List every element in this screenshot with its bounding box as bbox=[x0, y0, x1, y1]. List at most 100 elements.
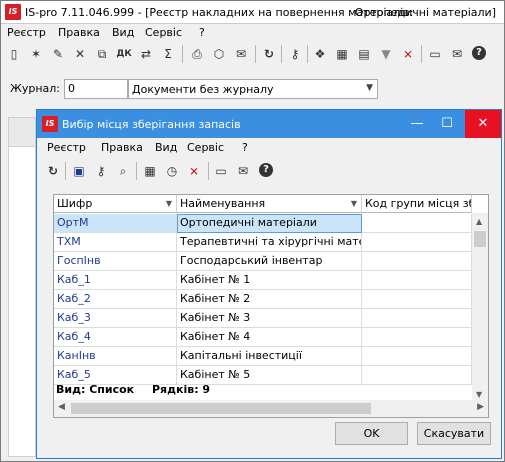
key-icon[interactable]: ⚷ bbox=[287, 46, 303, 62]
close-icon[interactable]: ✕ bbox=[465, 110, 501, 138]
filter-icon[interactable]: ▼ bbox=[378, 46, 394, 62]
cancel-button[interactable]: Скасувати bbox=[417, 422, 491, 445]
journal-number-field[interactable]: 0 bbox=[64, 79, 128, 99]
table-row[interactable]: ОртМ Ортопедичні матеріали bbox=[54, 214, 472, 233]
cell-group-code bbox=[362, 214, 472, 233]
post-document-icon[interactable]: ДК bbox=[116, 46, 132, 62]
maximize-icon[interactable]: ☐ bbox=[433, 110, 461, 138]
message-icon[interactable]: ✉ bbox=[449, 46, 465, 62]
chevron-down-icon[interactable]: ▼ bbox=[476, 390, 482, 399]
find-icon[interactable]: ⌕ bbox=[115, 163, 131, 179]
cell-code: Каб_4 bbox=[54, 328, 177, 347]
dialog-menu-reestr[interactable]: Реєстр bbox=[47, 141, 86, 154]
unpost-icon[interactable]: ⇄ bbox=[138, 46, 154, 62]
cell-group-code bbox=[362, 366, 472, 385]
horizontal-scrollbar[interactable]: ◀ ▶ bbox=[54, 400, 488, 417]
cell-name: Кабінет № 4 bbox=[177, 328, 362, 347]
key-icon[interactable]: ⚷ bbox=[93, 163, 109, 179]
create-icon[interactable]: ✶ bbox=[28, 46, 44, 62]
delete-icon[interactable]: ✕ bbox=[72, 46, 88, 62]
menu-vyd[interactable]: Вид bbox=[112, 26, 134, 39]
save-icon[interactable]: ▣ bbox=[71, 163, 87, 179]
sum-icon[interactable]: Σ bbox=[160, 46, 176, 62]
print-icon[interactable]: ⎙ bbox=[189, 46, 205, 62]
dialog-menu-pravka[interactable]: Правка bbox=[101, 141, 143, 154]
chevron-right-icon[interactable]: ▶ bbox=[477, 402, 484, 412]
cell-name: Кабінет № 1 bbox=[177, 271, 362, 290]
cell-code: КанІнв bbox=[54, 347, 177, 366]
cell-code: Каб_3 bbox=[54, 309, 177, 328]
copy-icon[interactable]: ⧉ bbox=[94, 46, 110, 62]
grid-icon[interactable]: ▤ bbox=[356, 46, 372, 62]
menu-pravka[interactable]: Правка bbox=[58, 26, 100, 39]
history-icon[interactable]: ◷ bbox=[164, 163, 180, 179]
dialog-title-bar: IS Вибір місця зберігання запасів — ☐ ✕ bbox=[37, 110, 501, 138]
dialog-menu-vyd[interactable]: Вид bbox=[155, 141, 177, 154]
minimize-icon[interactable]: — bbox=[403, 110, 431, 138]
cell-group-code bbox=[362, 328, 472, 347]
table-row[interactable]: Каб_4 Кабінет № 4 bbox=[54, 328, 472, 347]
scrollbar-thumb[interactable] bbox=[71, 403, 371, 414]
mail-icon[interactable]: ✉ bbox=[235, 163, 251, 179]
chevron-left-icon[interactable]: ◀ bbox=[58, 402, 65, 412]
menu-reestr[interactable]: Реєстр bbox=[7, 26, 46, 39]
form-icon[interactable]: ▭ bbox=[427, 46, 443, 62]
cell-code: ТХМ bbox=[54, 233, 177, 252]
dialog-menu-servis[interactable]: Сервіс bbox=[187, 141, 224, 154]
main-toolbar: ▯ ✶ ✎ ✕ ⧉ ДК ⇄ Σ ⎙ ⬡ ✉ ↻ ⚷ ❖ ▦ ▤ ▼ ⨯ ▭ ✉… bbox=[1, 42, 504, 66]
cell-group-code bbox=[362, 347, 472, 366]
storage-location-dialog: IS Вибір місця зберігання запасів — ☐ ✕ … bbox=[36, 109, 502, 459]
cell-name: Кабінет № 3 bbox=[177, 309, 362, 328]
refresh-icon[interactable]: ↻ bbox=[45, 163, 61, 179]
help-icon[interactable]: ? bbox=[472, 46, 486, 60]
dialog-menubar: Реєстр Правка Вид Сервіс ? bbox=[37, 139, 501, 157]
status-row-count: Рядків: 9 bbox=[151, 383, 211, 396]
mail-icon[interactable]: ✉ bbox=[233, 46, 249, 62]
scrollbar-thumb[interactable] bbox=[474, 231, 486, 247]
journal-select[interactable]: Документи без журналу ▼ bbox=[128, 79, 378, 99]
calculator-icon[interactable]: ▦ bbox=[334, 46, 350, 62]
vertical-scrollbar[interactable]: ▲ ▼ bbox=[472, 213, 488, 401]
table-row[interactable]: Каб_1 Кабінет № 1 bbox=[54, 271, 472, 290]
table-row[interactable]: ГоспІнв Господарський інвентар bbox=[54, 252, 472, 271]
cell-name: Кабінет № 2 bbox=[177, 290, 362, 309]
table-row[interactable]: Каб_3 Кабінет № 3 bbox=[54, 309, 472, 328]
status-view: Вид: Список bbox=[56, 383, 135, 396]
status-bar: Вид: Список Рядків: 9 bbox=[56, 383, 210, 396]
refresh-icon[interactable]: ↻ bbox=[261, 46, 277, 62]
cell-group-code bbox=[362, 271, 472, 290]
dialog-menu-help[interactable]: ? bbox=[242, 141, 248, 154]
clear-filter-icon[interactable]: ⨯ bbox=[186, 163, 202, 179]
cell-group-code bbox=[362, 252, 472, 271]
sort-arrow-icon[interactable]: ▼ bbox=[351, 195, 357, 212]
edit-icon[interactable]: ✎ bbox=[50, 46, 66, 62]
column-header-name[interactable]: Найменування ▼ bbox=[177, 195, 362, 213]
column-header-code[interactable]: Шифр ▼ bbox=[54, 195, 177, 213]
column-header-name-label: Найменування bbox=[180, 197, 266, 210]
form-icon[interactable]: ▭ bbox=[213, 163, 229, 179]
new-document-icon[interactable]: ▯ bbox=[6, 46, 22, 62]
group-icon[interactable]: ❖ bbox=[312, 46, 328, 62]
cell-group-code bbox=[362, 233, 472, 252]
cell-code: Каб_2 bbox=[54, 290, 177, 309]
cell-code: Каб_1 bbox=[54, 271, 177, 290]
chevron-up-icon[interactable]: ▲ bbox=[476, 217, 482, 226]
calculator-icon[interactable]: ▦ bbox=[142, 163, 158, 179]
cell-code: ОртМ bbox=[54, 214, 177, 233]
dialog-logo-icon: IS bbox=[42, 116, 58, 132]
column-header-group-code[interactable]: Код групи місця зберіг bbox=[362, 195, 472, 213]
menu-servis[interactable]: Сервіс bbox=[145, 26, 182, 39]
dialog-title: Вибір місця зберігання запасів bbox=[62, 118, 241, 131]
sort-arrow-icon[interactable]: ▼ bbox=[166, 195, 172, 212]
ok-button[interactable]: OK bbox=[335, 422, 408, 445]
menu-help[interactable]: ? bbox=[199, 26, 205, 39]
table-row[interactable]: КанІнв Капітальні інвестиції bbox=[54, 347, 472, 366]
main-window-title-right: Ортопедичні матеріали] bbox=[354, 6, 496, 19]
chevron-down-icon[interactable]: ▼ bbox=[366, 83, 373, 93]
export-icon[interactable]: ⬡ bbox=[211, 46, 227, 62]
table-row[interactable]: ТХМ Терапевтичні та хірургічні матері... bbox=[54, 233, 472, 252]
dialog-toolbar: ↻ ▣ ⚷ ⌕ ▦ ◷ ⨯ ▭ ✉ ? bbox=[37, 159, 501, 183]
table-row[interactable]: Каб_2 Кабінет № 2 bbox=[54, 290, 472, 309]
help-icon[interactable]: ? bbox=[259, 163, 273, 177]
clear-filter-icon[interactable]: ⨯ bbox=[400, 46, 416, 62]
